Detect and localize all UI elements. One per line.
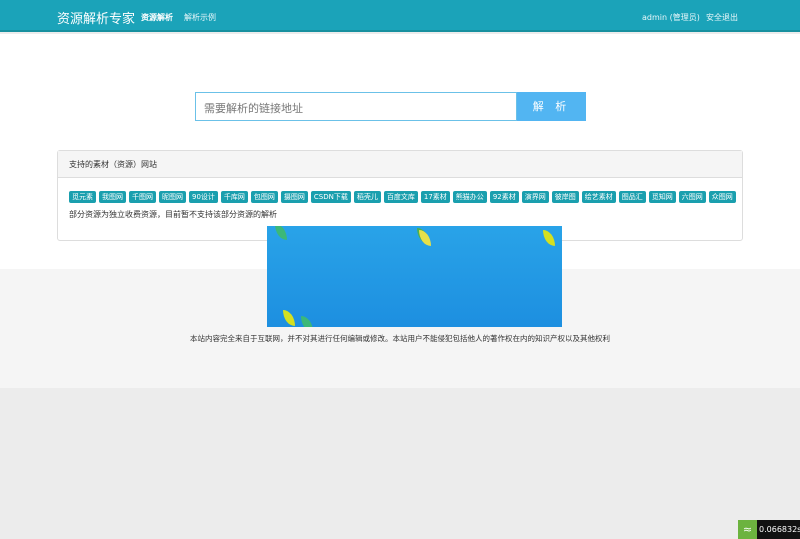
site-tag[interactable]: 稻壳儿 — [353, 191, 381, 203]
site-tag[interactable]: 彼岸图 — [551, 191, 579, 203]
parse-button[interactable]: 解 析 — [517, 92, 586, 121]
site-tag[interactable]: 觅知网 — [648, 191, 676, 203]
leaf-icon — [301, 316, 313, 327]
site-tag[interactable]: 演界网 — [521, 191, 549, 203]
leaf-icon — [419, 230, 431, 246]
site-tag[interactable]: 熊猫办公 — [452, 191, 487, 203]
site-tag[interactable]: 绘艺素材 — [581, 191, 616, 203]
nav-link-examples[interactable]: 解析示例 — [184, 12, 216, 23]
site-tag[interactable]: 我图网 — [99, 191, 126, 203]
nav-link-parse[interactable]: 资源解析 — [141, 12, 173, 23]
site-tag[interactable]: 觅元素 — [69, 191, 96, 203]
site-tag[interactable]: CSDN下载 — [310, 191, 351, 203]
site-tag[interactable]: 千库网 — [220, 191, 248, 203]
site-tag[interactable]: 92素材 — [489, 191, 519, 203]
site-tags: 觅元素 我图网 千图网 昵图网 90设计 千库网 包图网 摄图网 CSDN下载 稻壳儿 百度文库 17… — [69, 191, 736, 203]
site-tag[interactable]: 百度文库 — [383, 191, 418, 203]
logo-icon: ≈ — [738, 520, 757, 539]
leaf-icon — [543, 230, 555, 246]
site-tag[interactable]: 六图网 — [678, 191, 706, 203]
brand-title[interactable]: 资源解析专家 — [57, 8, 135, 27]
timer-value: 0.066832s — [759, 525, 800, 534]
site-tag[interactable]: 包图网 — [250, 191, 278, 203]
site-tag[interactable]: 90设计 — [189, 191, 218, 203]
timer-badge: ≈ 0.066832s — [738, 520, 800, 539]
site-tag[interactable]: 千图网 — [129, 191, 156, 203]
footer-text: 本站内容完全来自于互联网，并不对其进行任何编辑或修改。本站用户不能侵犯包括他人的… — [190, 334, 610, 343]
leaf-icon — [275, 226, 287, 240]
ad-banner[interactable] — [267, 226, 562, 327]
url-input[interactable]: 需要解析的链接地址 — [195, 92, 517, 121]
site-tag[interactable]: 众图网 — [708, 191, 736, 203]
user-menu[interactable]: admin (管理员) — [642, 12, 700, 23]
top-navbar: 资源解析专家 资源解析 解析示例 admin (管理员) 安全退出 — [0, 0, 800, 32]
panel-note: 部分资源为独立收费资源，目前暂不支持该部分资源的解析 — [69, 210, 277, 219]
site-tag[interactable]: 17素材 — [420, 191, 450, 203]
leaf-icon — [283, 310, 295, 326]
site-tag[interactable]: 昵图网 — [159, 191, 186, 203]
site-tag[interactable]: 摄图网 — [280, 191, 308, 203]
site-tag[interactable]: 图品汇 — [618, 191, 646, 203]
panel-title: 支持的素材（资源）网站 — [58, 151, 742, 178]
logout-link[interactable]: 安全退出 — [706, 12, 738, 23]
